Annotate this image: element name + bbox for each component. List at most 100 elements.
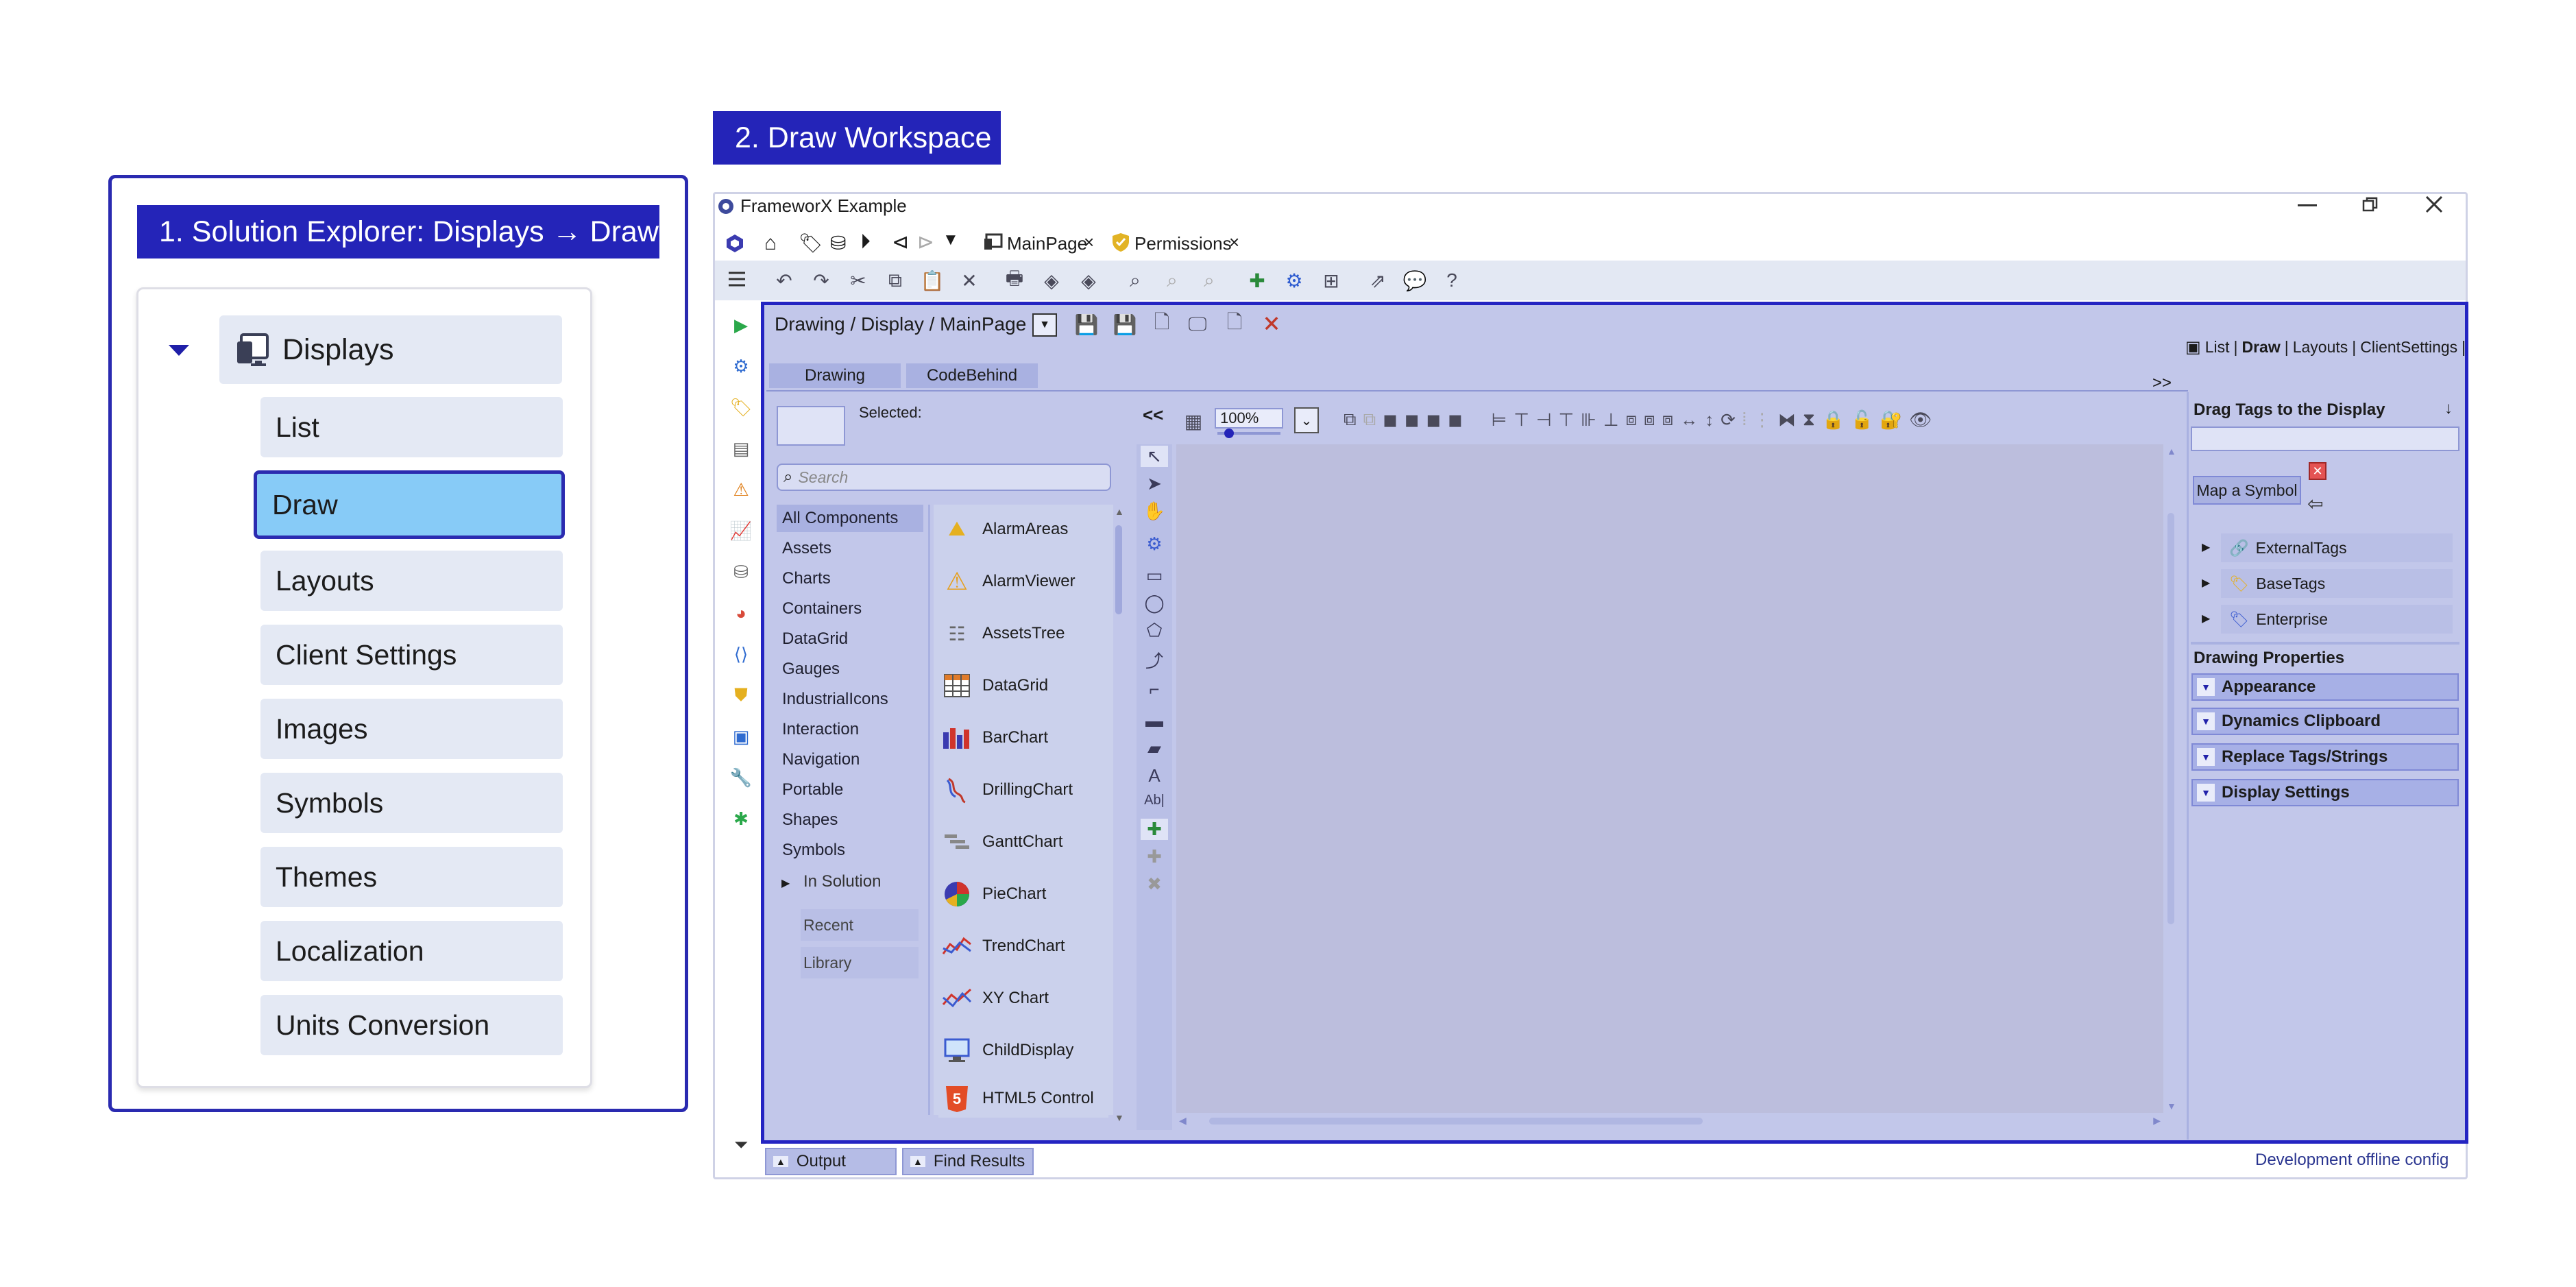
alarms-sidebar-icon[interactable]: ⚠ xyxy=(730,479,752,501)
print-icon[interactable]: 🖶 xyxy=(1003,267,1026,292)
component-childdisplay[interactable]: ChildDisplay xyxy=(938,1027,1108,1074)
component-alarmviewer[interactable]: ⚠ AlarmViewer xyxy=(938,558,1108,605)
category-containers[interactable]: Containers xyxy=(777,595,923,623)
component-ganttchart[interactable]: GanttChart xyxy=(938,819,1108,865)
find-next-icon[interactable]: ⌕ xyxy=(1161,269,1184,292)
canvas-vertical-scrollbar[interactable]: ▲ ▼ xyxy=(2165,444,2177,1113)
category-recent[interactable]: Recent xyxy=(801,909,919,941)
delete-display-icon[interactable]: 🗙 xyxy=(1260,311,1283,336)
section-dynamics-clipboard[interactable]: ▼ Dynamics Clipboard xyxy=(2191,708,2459,735)
scroll-up-arrow-icon[interactable]: ▲ xyxy=(2167,446,2176,457)
category-charts[interactable]: Charts xyxy=(777,565,923,592)
copy-icon[interactable]: ⧉ xyxy=(884,269,907,292)
open-external-icon[interactable]: ⇗ xyxy=(1366,269,1389,292)
new-display-icon[interactable]: 🗋 xyxy=(1150,311,1174,336)
lock-icon[interactable]: 🔒 xyxy=(1822,409,1844,431)
tag-tree-basetags[interactable]: 🏷 BaseTags xyxy=(2221,569,2453,598)
scroll-thumb[interactable] xyxy=(1115,525,1122,614)
tree-item-localization[interactable]: Localization xyxy=(260,921,563,981)
displays-sidebar-icon[interactable]: ▣ xyxy=(730,725,752,747)
add-chart-tool-icon[interactable]: ✚ xyxy=(1141,819,1168,840)
tree-item-client-settings[interactable]: Client Settings xyxy=(260,625,563,685)
align-right-icon[interactable]: ⊣ xyxy=(1536,409,1552,431)
expand-arrow-icon[interactable]: ▶ xyxy=(2202,540,2210,554)
tag-tree-enterprise[interactable]: 🏷 Enterprise xyxy=(2221,605,2453,634)
text-tool-icon[interactable]: A xyxy=(1148,765,1160,786)
category-symbols[interactable]: Symbols xyxy=(777,837,923,864)
flip-horizontal-icon[interactable]: ⧓ xyxy=(1778,409,1796,431)
grid-toggle-icon[interactable]: ▦ xyxy=(1182,409,1205,433)
scroll-left-arrow-icon[interactable]: ◀ xyxy=(1179,1115,1187,1127)
back-arrow-icon[interactable]: ⇦ xyxy=(2307,492,2323,515)
settings-sidebar-icon[interactable]: ⚙ xyxy=(730,355,752,377)
scroll-up-arrow-icon[interactable]: ▲ xyxy=(1115,506,1124,517)
textblock-tool-icon[interactable]: ▰ xyxy=(1147,738,1161,759)
tree-item-units-conversion[interactable]: Units Conversion xyxy=(260,995,563,1055)
section-appearance[interactable]: ▼ Appearance xyxy=(2191,673,2459,701)
component-piechart[interactable]: PieChart xyxy=(938,871,1108,917)
unlock-icon[interactable]: 🔓 xyxy=(1851,409,1873,431)
datasets-sidebar-icon[interactable]: ⛁ xyxy=(730,561,752,583)
reports-sidebar-icon[interactable]: ◕ xyxy=(730,602,752,624)
rotate-icon[interactable]: ⟳ xyxy=(1721,409,1736,431)
in-solution-arrow-icon[interactable]: ▶ xyxy=(781,876,790,890)
lock-all-icon[interactable]: 🔐 xyxy=(1880,409,1902,431)
polyline-tool-icon[interactable]: ⤴ xyxy=(1145,647,1163,673)
line-tool-icon[interactable]: ⌐ xyxy=(1149,679,1159,700)
same-height-icon[interactable]: ⧈ xyxy=(1662,409,1674,431)
close-tab-icon[interactable]: × xyxy=(1084,232,1094,253)
collapse-panel-button[interactable]: << xyxy=(1143,405,1163,426)
canvas-horizontal-scrollbar[interactable]: ◀ ▶ xyxy=(1176,1114,2163,1129)
view-link-draw[interactable]: Draw xyxy=(2241,338,2280,357)
close-tab-icon[interactable]: × xyxy=(1229,232,1239,253)
distribute-horizontal-icon[interactable]: ↔ xyxy=(1680,409,1698,431)
polygon-tool-icon[interactable]: ⬠ xyxy=(1147,620,1163,641)
expand-arrow-icon[interactable]: ▶ xyxy=(2202,612,2210,625)
restore-icon[interactable] xyxy=(2362,197,2379,212)
collapse-arrow-icon[interactable] xyxy=(167,343,191,358)
component-list-scrollbar[interactable]: ▲ ▼ xyxy=(1113,505,1124,1126)
align-top-icon[interactable]: ⊤ xyxy=(1559,409,1575,431)
component-alarmareas[interactable]: ⛰ AlarmAreas xyxy=(938,506,1108,553)
find-results-tab[interactable]: ▲ Find Results xyxy=(902,1148,1034,1175)
tree-root-displays[interactable]: Displays xyxy=(219,315,562,384)
view-link-list[interactable]: List xyxy=(2205,338,2230,357)
ellipse-tool-icon[interactable]: ◯ xyxy=(1144,592,1164,614)
close-window-icon[interactable] xyxy=(2425,195,2444,214)
tag-icon[interactable]: 🏷 xyxy=(799,232,823,254)
category-datagrid[interactable]: DataGrid xyxy=(777,625,923,653)
delete-icon[interactable]: ✕ xyxy=(958,269,981,292)
tree-view-icon[interactable]: ⊞ xyxy=(1320,269,1343,292)
tab-permissions[interactable]: Permissions xyxy=(1134,233,1232,254)
tree-item-images[interactable]: Images xyxy=(260,699,563,759)
hamburger-menu-icon[interactable] xyxy=(727,270,746,288)
paint-icon[interactable]: ⛁ xyxy=(830,232,846,254)
flip-vertical-icon[interactable]: ⧗ xyxy=(1803,409,1815,431)
tags-sidebar-icon[interactable]: 🏷 xyxy=(730,396,753,418)
add-tag-icon[interactable]: ✚ xyxy=(1246,269,1269,292)
category-shapes[interactable]: Shapes xyxy=(777,806,923,834)
tab-drawing[interactable]: Drawing xyxy=(769,363,901,388)
scroll-thumb[interactable] xyxy=(1209,1118,1703,1124)
tree-item-symbols[interactable]: Symbols xyxy=(260,773,563,833)
expand-arrow-icon[interactable]: ▶ xyxy=(2202,576,2210,590)
component-drillingchart[interactable]: DrillingChart xyxy=(938,767,1108,813)
tools-sidebar-icon[interactable]: 🔧 xyxy=(730,767,752,789)
tag-filter-input[interactable] xyxy=(2191,426,2459,451)
export-icon[interactable]: ◈ xyxy=(1077,269,1100,292)
textbox-tool-icon[interactable]: Ab| xyxy=(1144,793,1165,808)
filter-icon[interactable]: ⏷ xyxy=(730,1134,752,1156)
component-html5-control[interactable]: 5 HTML5 Control xyxy=(938,1079,1108,1118)
clear-mapping-icon[interactable]: ✕ xyxy=(2309,462,2326,480)
hand-pan-icon[interactable]: ✋ xyxy=(1143,501,1165,522)
template-icon[interactable]: 🗋 xyxy=(1223,311,1246,336)
tree-item-draw[interactable]: Draw xyxy=(254,470,565,539)
align-left-icon[interactable]: ⊨ xyxy=(1492,409,1507,431)
send-backward-icon[interactable]: ◼ xyxy=(1448,409,1463,431)
more-icon[interactable]: ⋮ xyxy=(1753,409,1771,431)
scripts-sidebar-icon[interactable]: ⟨⟩ xyxy=(730,643,752,665)
chart-tool-icon[interactable]: ✚ xyxy=(1147,846,1162,867)
home-icon[interactable]: ⌂ xyxy=(764,232,777,255)
category-library[interactable]: Library xyxy=(801,947,919,978)
paste-icon[interactable]: 📋 xyxy=(921,269,945,292)
